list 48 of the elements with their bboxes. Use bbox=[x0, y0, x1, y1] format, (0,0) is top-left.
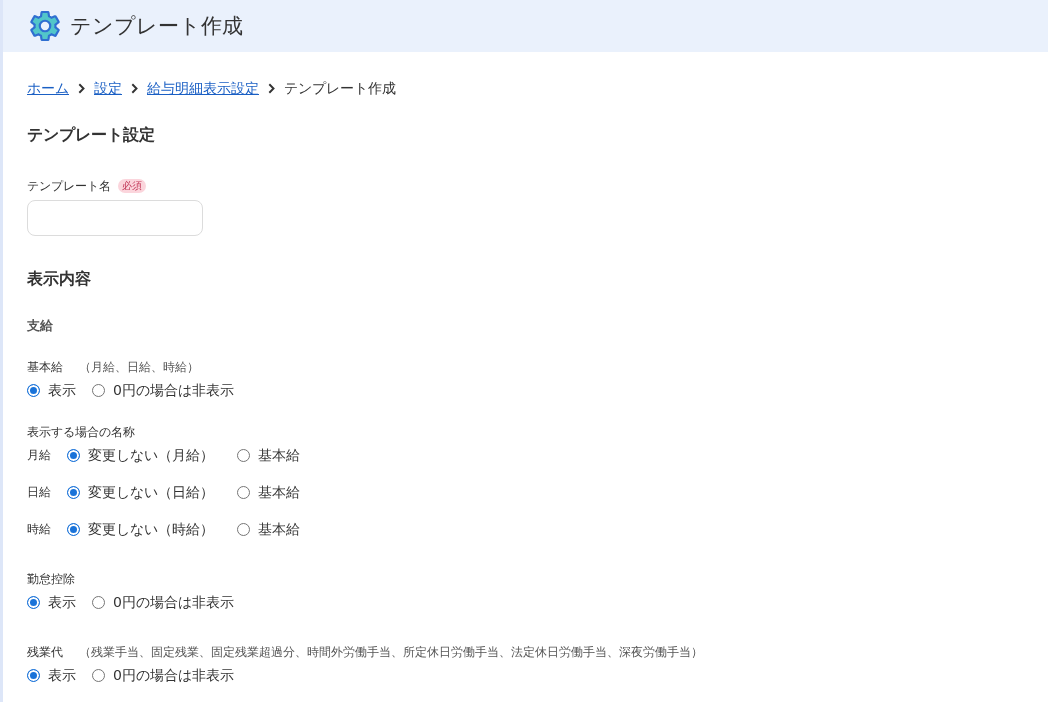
radio-button[interactable] bbox=[67, 448, 80, 462]
item-label: 表示する場合の名称 bbox=[27, 424, 135, 441]
required-badge: 必須 bbox=[118, 179, 146, 193]
page-title: テンプレート作成 bbox=[70, 13, 243, 40]
row-label: 月給 bbox=[27, 447, 52, 464]
radio-label[interactable]: 表示 bbox=[48, 380, 76, 400]
radio-label[interactable]: 0円の場合は非表示 bbox=[113, 592, 234, 612]
section-heading: 表示内容 bbox=[27, 268, 91, 290]
radio-label[interactable]: 表示 bbox=[48, 665, 76, 685]
chevron-right-icon bbox=[78, 82, 85, 94]
breadcrumb-link[interactable]: ホーム bbox=[27, 78, 69, 98]
breadcrumb-current: テンプレート作成 bbox=[284, 79, 396, 98]
item-label: 基本給 bbox=[27, 359, 63, 376]
group-heading: 支給 bbox=[27, 317, 53, 335]
radio-button[interactable] bbox=[237, 522, 250, 536]
radio-button[interactable] bbox=[27, 595, 40, 609]
radio-label[interactable]: 変更しない（時給） bbox=[88, 519, 214, 539]
breadcrumb-link[interactable]: 設定 bbox=[94, 78, 122, 98]
chevron-right-icon bbox=[268, 82, 275, 94]
item-label: 勤怠控除 bbox=[27, 571, 75, 588]
row-label: 時給 bbox=[27, 521, 52, 538]
radio-button[interactable] bbox=[92, 668, 105, 682]
item-note: （月給、日給、時給） bbox=[79, 359, 199, 376]
radio-button[interactable] bbox=[67, 522, 80, 536]
radio-label[interactable]: 0円の場合は非表示 bbox=[113, 665, 234, 685]
chevron-right-icon bbox=[131, 82, 138, 94]
radio-label[interactable]: 基本給 bbox=[258, 519, 300, 539]
radio-button[interactable] bbox=[27, 383, 40, 397]
item-label: 残業代 bbox=[27, 644, 63, 661]
field-label: テンプレート名 bbox=[27, 178, 111, 195]
radio-label[interactable]: 変更しない（月給） bbox=[88, 445, 214, 465]
radio-button[interactable] bbox=[237, 485, 250, 499]
radio-label[interactable]: 変更しない（日給） bbox=[88, 482, 214, 502]
row-label: 日給 bbox=[27, 484, 52, 501]
radio-button[interactable] bbox=[27, 668, 40, 682]
gear-icon bbox=[30, 11, 60, 41]
section-heading: テンプレート設定 bbox=[27, 124, 155, 146]
breadcrumb-link[interactable]: 給与明細表示設定 bbox=[147, 78, 259, 98]
radio-label[interactable]: 基本給 bbox=[258, 482, 300, 502]
item-note: （残業手当、固定残業、固定残業超過分、時間外労働手当、所定休日労働手当、法定休日労働手当、深夜労働手当） bbox=[79, 644, 703, 661]
radio-button[interactable] bbox=[237, 448, 250, 462]
radio-label[interactable]: 基本給 bbox=[258, 445, 300, 465]
radio-button[interactable] bbox=[92, 383, 105, 397]
radio-label[interactable]: 0円の場合は非表示 bbox=[113, 380, 234, 400]
text-input[interactable] bbox=[27, 200, 203, 236]
radio-button[interactable] bbox=[67, 485, 80, 499]
radio-button[interactable] bbox=[92, 595, 105, 609]
radio-label[interactable]: 表示 bbox=[48, 592, 76, 612]
